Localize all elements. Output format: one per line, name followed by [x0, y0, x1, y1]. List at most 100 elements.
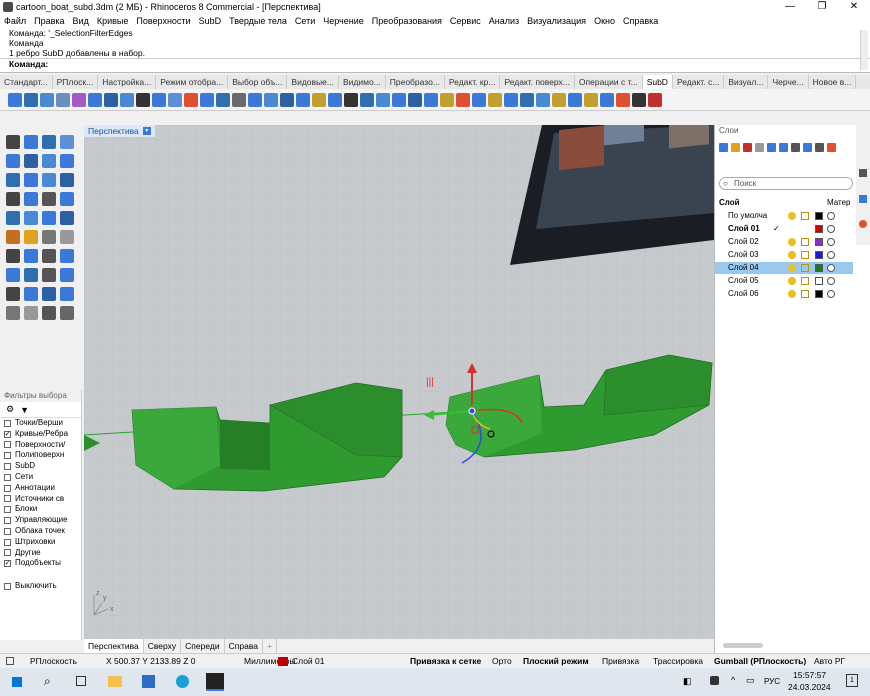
subd-tool-icon[interactable]	[648, 92, 662, 107]
tool-palette-icon[interactable]	[24, 287, 38, 301]
layer-lock-icon[interactable]	[801, 212, 809, 220]
layer-row[interactable]: Слой 02	[715, 236, 853, 248]
viewport-canvas[interactable]: ||| x y z	[84, 125, 714, 639]
viewport-title[interactable]: Перспектива ▾	[84, 125, 155, 137]
tool-palette-icon[interactable]	[6, 135, 20, 149]
tray-app-icon-2[interactable]	[710, 676, 719, 685]
filter-settings-icon[interactable]: ⚙	[6, 404, 14, 415]
filter-item[interactable]: ✓ Подобъекты	[0, 558, 81, 569]
layer-tool-icon[interactable]	[779, 143, 788, 152]
store-icon[interactable]	[142, 675, 155, 688]
layer-material-icon[interactable]	[827, 277, 835, 285]
layer-color-swatch[interactable]	[815, 251, 823, 259]
properties-panel-icon[interactable]	[859, 195, 867, 203]
filter-checkbox[interactable]	[4, 527, 11, 535]
tool-palette-icon[interactable]	[60, 306, 74, 320]
status-gumball[interactable]: Gumball (РПлоскость)	[714, 656, 806, 666]
filter-funnel-icon[interactable]: ▼	[20, 405, 29, 415]
filter-checkbox[interactable]: ✓	[4, 560, 11, 568]
subd-tool-icon[interactable]	[456, 92, 470, 107]
tool-palette-icon[interactable]	[24, 192, 38, 206]
menu-curves[interactable]: Кривые	[93, 16, 133, 26]
filter-disable[interactable]: Выключить	[0, 581, 81, 592]
layer-material-icon[interactable]	[827, 225, 835, 233]
tab-solid-tools[interactable]: Операции с т...	[575, 75, 643, 89]
tool-palette-icon[interactable]	[24, 249, 38, 263]
layer-row[interactable]: Слой 05	[715, 275, 853, 287]
render-panel-icon[interactable]	[859, 220, 867, 228]
tool-palette-icon[interactable]	[6, 154, 20, 168]
tool-palette-icon[interactable]	[6, 249, 20, 263]
tab-mesh-tools[interactable]: Редакт. с...	[673, 75, 725, 89]
vp-tab-top[interactable]: Сверху	[144, 639, 182, 653]
menu-drafting[interactable]: Черчение	[319, 16, 368, 26]
menu-transform[interactable]: Преобразования	[368, 16, 446, 26]
subd-tool-icon[interactable]	[88, 92, 102, 107]
subd-tool-icon[interactable]	[568, 92, 582, 107]
filter-checkbox[interactable]	[4, 452, 11, 460]
close-button[interactable]: ✕	[838, 0, 870, 14]
layer-visible-icon[interactable]	[788, 251, 796, 259]
subd-tool-icon[interactable]	[520, 92, 534, 107]
layer-material-icon[interactable]	[827, 290, 835, 298]
tool-palette-icon[interactable]	[6, 230, 20, 244]
filter-item[interactable]: Другие	[0, 548, 81, 559]
tab-new-in[interactable]: Новое в...	[809, 75, 857, 89]
tool-palette-icon[interactable]	[42, 249, 56, 263]
layer-visible-icon[interactable]	[788, 277, 796, 285]
status-smarttrack[interactable]: Трассировка	[653, 656, 703, 666]
subd-tool-icon[interactable]	[408, 92, 422, 107]
subd-tool-icon[interactable]	[72, 92, 86, 107]
menu-window[interactable]: Окно	[590, 16, 619, 26]
subd-tool-icon[interactable]	[472, 92, 486, 107]
subd-tool-icon[interactable]	[184, 92, 198, 107]
subd-tool-icon[interactable]	[248, 92, 262, 107]
subd-tool-icon[interactable]	[440, 92, 454, 107]
tool-palette-icon[interactable]	[24, 306, 38, 320]
menu-tools[interactable]: Сервис	[446, 16, 485, 26]
tool-palette-icon[interactable]	[6, 173, 20, 187]
vp-tab-front[interactable]: Спереди	[181, 639, 225, 653]
tab-viewport[interactable]: Видовые...	[287, 75, 339, 89]
vp-tab-perspective[interactable]: Перспектива	[84, 639, 144, 653]
menu-meshes[interactable]: Сети	[291, 16, 319, 26]
subd-tool-icon[interactable]	[312, 92, 326, 107]
layer-material-icon[interactable]	[827, 251, 835, 259]
layer-row[interactable]: По умолча	[715, 210, 853, 222]
filter-checkbox[interactable]	[4, 484, 11, 492]
tab-cplane[interactable]: РПлоск...	[53, 75, 99, 89]
subd-tool-icon[interactable]	[584, 92, 598, 107]
subd-tool-icon[interactable]	[168, 92, 182, 107]
tool-palette-icon[interactable]	[42, 154, 56, 168]
tool-palette-icon[interactable]	[24, 173, 38, 187]
filter-item[interactable]: Аннотации	[0, 483, 81, 494]
layer-tool-icon[interactable]	[803, 143, 812, 152]
tool-palette-icon[interactable]	[42, 173, 56, 187]
current-layer-check-icon[interactable]: ✓	[773, 223, 780, 235]
menu-surfaces[interactable]: Поверхности	[132, 16, 194, 26]
layer-row[interactable]: Слой 03	[715, 249, 853, 261]
minimize-button[interactable]: —	[774, 0, 806, 14]
layer-color-swatch[interactable]	[815, 225, 823, 233]
filter-item[interactable]: Точки/Верши	[0, 418, 81, 429]
subd-tool-icon[interactable]	[488, 92, 502, 107]
status-planar[interactable]: Плоский режим	[523, 656, 589, 666]
viewport-menu-icon[interactable]: ▾	[142, 127, 151, 135]
status-osnap[interactable]: Привязка	[602, 656, 639, 666]
file-explorer-icon[interactable]	[108, 676, 122, 687]
status-grid-snap[interactable]: Привязка к сетке	[410, 656, 481, 666]
tool-palette-icon[interactable]	[42, 211, 56, 225]
subd-tool-icon[interactable]	[280, 92, 294, 107]
layer-row[interactable]: Слой 06	[715, 288, 853, 300]
restore-button[interactable]: ❐	[806, 0, 838, 14]
subd-tool-icon[interactable]	[40, 92, 54, 107]
tool-palette-icon[interactable]	[42, 306, 56, 320]
subd-tool-icon[interactable]	[344, 92, 358, 107]
filter-checkbox[interactable]	[4, 549, 11, 557]
tool-palette-icon[interactable]	[6, 268, 20, 282]
layer-lock-icon[interactable]	[801, 238, 809, 246]
tool-palette-icon[interactable]	[6, 306, 20, 320]
subd-tool-icon[interactable]	[392, 92, 406, 107]
tool-palette-icon[interactable]	[60, 268, 74, 282]
layer-tool-icon[interactable]	[719, 143, 728, 152]
